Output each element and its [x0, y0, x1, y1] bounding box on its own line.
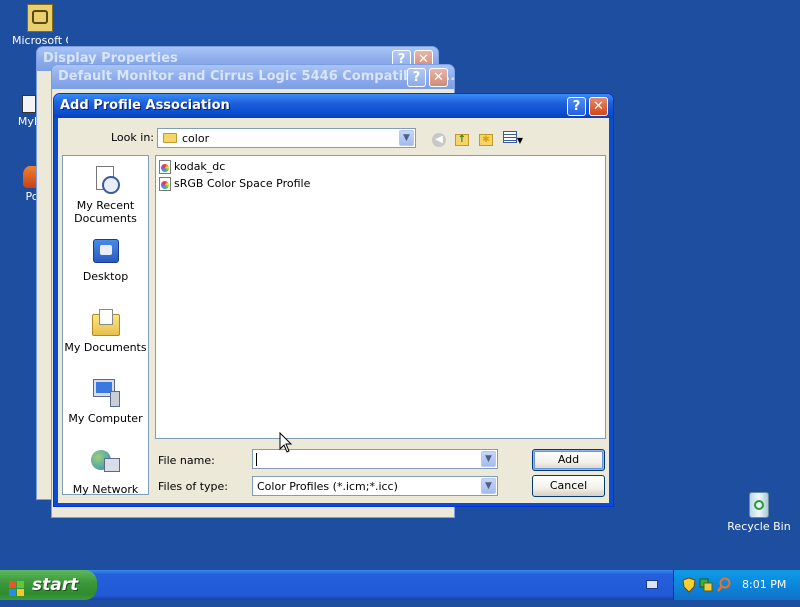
clock[interactable]: 8:01 PM	[742, 570, 786, 600]
keyboard-icon[interactable]	[646, 580, 658, 589]
look-in-label: Look in:	[111, 131, 154, 144]
desktop-icon	[90, 235, 122, 267]
window-frame	[54, 118, 58, 506]
recent-documents-icon	[90, 164, 122, 196]
monitor-properties-titlebar[interactable]: Default Monitor and Cirrus Logic 5446 Co…	[52, 65, 454, 89]
place-label: My Recent Documents	[74, 199, 137, 225]
my-computer-icon	[90, 377, 122, 409]
start-label: start	[32, 575, 79, 595]
dialog-titlebar[interactable]: Add Profile Association	[54, 94, 613, 118]
my-files-icon	[22, 95, 36, 113]
desktop-icon-outlook[interactable]: Microsoft Ou	[12, 4, 68, 47]
file-name: kodak_dc	[174, 160, 226, 173]
chevron-down-icon[interactable]: ▼	[399, 130, 414, 146]
color-profile-icon	[159, 177, 171, 191]
place-label: My Network	[72, 483, 139, 496]
place-label: Desktop	[82, 270, 129, 283]
view-menu-icon	[502, 131, 517, 143]
file-type-value: Color Profiles (*.icm;*.icc)	[257, 480, 398, 493]
close-button[interactable]: ✕	[589, 97, 608, 116]
file-item[interactable]: kodak_dc	[159, 159, 225, 175]
window-title: Default Monitor and Cirrus Logic 5446 Co…	[58, 69, 454, 84]
recycle-bin-icon	[747, 488, 771, 518]
desktop-icon-label: Recycle Bin	[727, 520, 791, 533]
place-my-network[interactable]: My Network	[63, 448, 148, 496]
new-folder-button[interactable]: ✱	[477, 131, 495, 147]
search-icon[interactable]	[717, 577, 731, 593]
desktop-icon-recycle-bin[interactable]: Recycle Bin	[726, 488, 792, 533]
place-my-documents[interactable]: My Documents	[63, 306, 148, 354]
cancel-button[interactable]: Cancel	[532, 475, 605, 497]
windows-flag-icon	[9, 577, 25, 596]
color-profile-icon	[159, 160, 171, 174]
dialog-title: Add Profile Association	[60, 98, 230, 113]
place-recent-documents[interactable]: My Recent Documents	[63, 164, 148, 225]
window-frame	[609, 118, 613, 506]
start-button[interactable]: start	[0, 570, 97, 600]
chevron-down-icon[interactable]: ▼	[481, 451, 496, 467]
my-network-icon	[90, 448, 122, 480]
file-type-label: Files of type:	[158, 480, 229, 493]
add-button[interactable]: Add	[532, 449, 605, 471]
file-name-label: File name:	[158, 454, 215, 467]
place-label: My Documents	[64, 341, 147, 354]
view-menu-button[interactable]: ▼	[500, 131, 526, 147]
taskbar: start 8:01 PM	[0, 570, 800, 600]
look-in-dropdown[interactable]: color ▼	[157, 128, 416, 148]
back-arrow-icon: ◀	[432, 133, 446, 147]
outlook-icon	[27, 4, 53, 32]
place-desktop[interactable]: Desktop	[63, 235, 148, 283]
folder-icon	[163, 133, 177, 143]
my-documents-icon	[90, 306, 122, 338]
places-bar: My Recent Documents Desktop My Documents…	[62, 155, 149, 496]
mouse-pointer-icon	[279, 432, 293, 453]
help-button[interactable]: ?	[407, 68, 426, 87]
file-name: sRGB Color Space Profile	[174, 177, 311, 190]
back-button[interactable]: ◀	[430, 131, 448, 147]
file-type-dropdown[interactable]: Color Profiles (*.icm;*.icc) ▼	[252, 476, 498, 496]
chevron-down-icon[interactable]: ▼	[481, 478, 496, 494]
close-button[interactable]: ✕	[429, 68, 448, 87]
up-folder-icon: ↑	[455, 134, 469, 146]
system-tray: 8:01 PM	[673, 570, 800, 600]
up-folder-button[interactable]: ↑	[453, 131, 471, 147]
help-button[interactable]: ?	[567, 97, 586, 116]
window-frame	[54, 503, 613, 506]
place-label: My Computer	[68, 412, 143, 425]
security-shield-icon[interactable]	[682, 577, 696, 593]
text-cursor	[256, 453, 257, 466]
place-my-computer[interactable]: My Computer	[63, 377, 148, 425]
file-item[interactable]: sRGB Color Space Profile	[159, 176, 310, 192]
new-folder-icon: ✱	[479, 134, 493, 146]
network-icon[interactable]	[699, 577, 713, 593]
look-in-value: color	[182, 132, 210, 145]
chevron-down-icon: ▼	[516, 136, 524, 145]
file-list[interactable]: kodak_dc sRGB Color Space Profile	[155, 155, 606, 439]
